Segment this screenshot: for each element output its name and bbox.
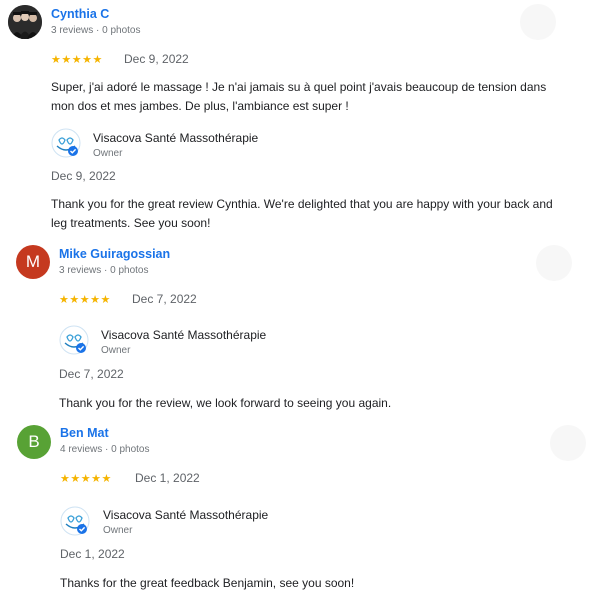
reviewer-meta: 4 reviews · 0 photos [60,444,150,455]
star-rating: ★★★★★ [59,294,111,306]
star-rating: ★★★★★ [60,473,112,485]
owner-business-name: Visacova Santé Massothérapie [103,508,269,522]
owner-role: Owner [103,525,133,536]
owner-business-name: Visacova Santé Massothérapie [101,328,267,342]
review-date: Dec 9, 2022 [124,52,189,66]
business-logo-icon [51,128,81,158]
reviewer-name[interactable]: Mike Guiragossian [59,247,170,261]
group-photo-icon [8,5,42,39]
reviewer-meta: 3 reviews · 0 photos [59,265,149,276]
reviewer-meta: 3 reviews · 0 photos [51,25,141,36]
review-text: Super, j'ai adoré le massage ! Je n'ai j… [51,80,547,113]
response-text: Thank you for the review, we look forwar… [59,396,392,410]
business-logo-icon [59,325,89,355]
owner-role: Owner [93,148,123,159]
more-options-button[interactable] [520,4,556,40]
more-options-button[interactable] [550,425,586,461]
reviewer-name[interactable]: Cynthia C [51,7,109,21]
owner-business-name: Visacova Santé Massothérapie [93,131,259,145]
response-date: Dec 9, 2022 [51,169,116,183]
business-logo-icon [60,506,90,536]
response-text: Thank you for the great review Cynthia. … [51,197,553,230]
review-date: Dec 1, 2022 [135,471,200,485]
response-text: Thanks for the great feedback Benjamin, … [60,576,355,590]
star-rating: ★★★★★ [51,54,103,66]
response-date: Dec 1, 2022 [60,547,125,561]
owner-role: Owner [101,345,131,356]
reviewer-name[interactable]: Ben Mat [60,426,109,440]
reviewer-avatar[interactable] [8,5,42,39]
reviewer-avatar[interactable]: B [17,425,51,459]
review-date: Dec 7, 2022 [132,292,197,306]
more-options-button[interactable] [536,245,572,281]
response-date: Dec 7, 2022 [59,367,124,381]
reviewer-avatar[interactable]: M [16,245,50,279]
